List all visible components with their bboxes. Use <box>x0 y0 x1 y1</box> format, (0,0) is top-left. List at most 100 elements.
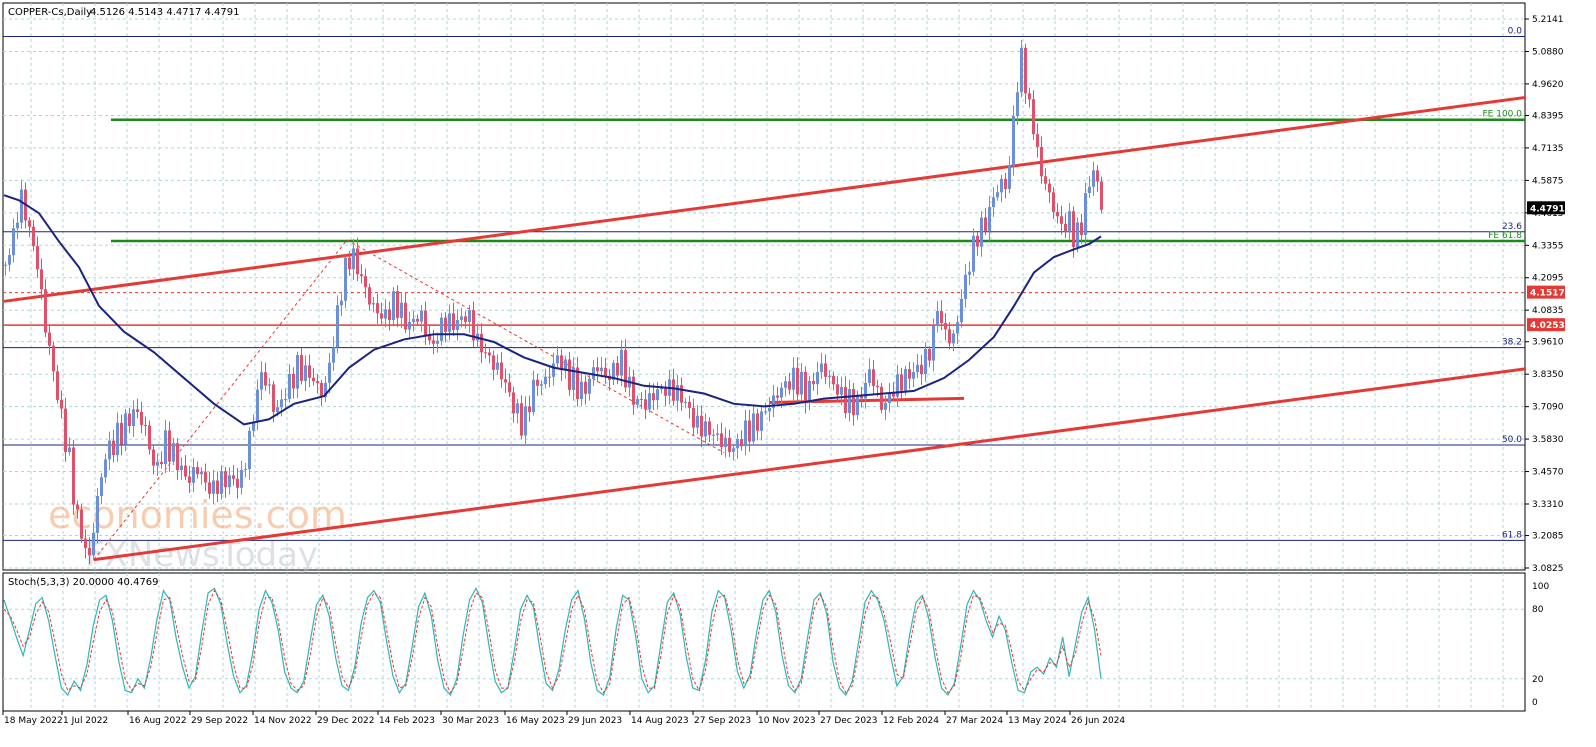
candle-body <box>276 407 279 412</box>
candle-body <box>424 310 427 336</box>
x-tick-label: 14 Feb 2023 <box>379 716 435 726</box>
chart-canvas[interactable]: economies.com FXNewsToday 0.0FE 100.023.… <box>0 0 1596 743</box>
candle-body <box>144 424 147 426</box>
candle-body <box>696 415 699 428</box>
candle-body <box>1036 134 1039 147</box>
candle-body <box>648 393 651 410</box>
candle-body <box>96 495 99 533</box>
candle-body <box>500 362 503 380</box>
candle-body <box>320 382 323 398</box>
candle-body <box>356 248 359 275</box>
candle-body <box>1032 99 1035 135</box>
candle-body <box>280 399 283 408</box>
candle-body <box>296 355 299 389</box>
candle-body <box>956 322 959 334</box>
candle-body <box>1060 216 1063 224</box>
candle-body <box>288 373 291 399</box>
candle-body <box>732 448 735 452</box>
candle-body <box>1048 183 1051 193</box>
candle-body <box>596 367 599 372</box>
candle-body <box>724 437 727 447</box>
candle-body <box>12 228 15 256</box>
candle-body <box>348 257 351 270</box>
candle-body <box>684 401 687 403</box>
candle-body <box>552 363 555 377</box>
candle-body <box>292 373 295 389</box>
candle-body <box>172 443 175 462</box>
x-tick-label: 16 Aug 2022 <box>129 716 187 726</box>
candle-body <box>828 375 831 377</box>
candle-body <box>548 376 551 378</box>
stoch-y-tick-label: 100 <box>1532 582 1549 592</box>
candle-body <box>396 291 399 318</box>
fib-level-label: FE 100.0 <box>1483 110 1523 120</box>
x-tick-label: 27 Sep 2023 <box>694 716 751 726</box>
candle-body <box>744 420 747 447</box>
candle-body <box>92 532 95 556</box>
candle-body <box>496 362 499 370</box>
candle-body <box>508 382 511 393</box>
candle-body <box>536 379 539 386</box>
candle-body <box>20 189 23 223</box>
candle-body <box>1012 116 1015 166</box>
candle-body <box>752 413 755 442</box>
candle-body <box>932 325 935 361</box>
candle-body <box>392 291 395 321</box>
candle-body <box>768 407 771 412</box>
candle-body <box>1028 93 1031 100</box>
candle-body <box>652 393 655 401</box>
candle-body <box>844 387 847 414</box>
candle-body <box>832 375 835 385</box>
candle-body <box>156 461 159 466</box>
candle-body <box>400 302 403 318</box>
candle-body <box>532 379 535 413</box>
candle-body <box>644 399 647 410</box>
x-tick-label: 10 Nov 2023 <box>758 716 816 726</box>
chart-window[interactable]: economies.com FXNewsToday 0.0 FE 100.0 23.… <box>0 0 1596 743</box>
candle-body <box>480 333 483 353</box>
candle-body <box>1024 47 1027 94</box>
candle-body <box>1008 165 1011 189</box>
candle-body <box>504 379 507 383</box>
candle-body <box>980 217 983 247</box>
candle-body <box>460 316 463 320</box>
candle-body <box>544 376 547 385</box>
candle-body <box>976 235 979 247</box>
candle-body <box>808 380 811 403</box>
candle-body <box>300 355 303 381</box>
fib-level-label: FE 61.8 <box>1488 231 1522 241</box>
candle-body <box>344 257 347 301</box>
candle-body <box>788 381 791 390</box>
candle-body <box>940 311 943 324</box>
stochastic-label: Stoch(5,3,3) 20.0000 40.4769 <box>8 577 159 588</box>
candle-body <box>924 349 927 375</box>
instrument-label: COPPER-Cs,Daily <box>8 7 92 18</box>
candle-body <box>964 274 967 299</box>
candle-body <box>968 271 971 275</box>
candle-body <box>184 465 187 477</box>
candle-body <box>688 401 691 408</box>
candle-body <box>856 394 859 416</box>
x-tick-label: 18 May 2022 <box>4 716 63 726</box>
candle-body <box>468 310 471 322</box>
x-tick-label: 29 Sep 2022 <box>191 716 248 726</box>
y-tick-label: 3.4570 <box>1532 468 1564 478</box>
candle-body <box>708 421 711 435</box>
candle-body <box>16 222 19 229</box>
candle-body <box>196 467 199 475</box>
stoch-y-tick-label: 0 <box>1532 698 1538 708</box>
candle-body <box>952 333 955 344</box>
candle-body <box>824 363 827 377</box>
candle-body <box>936 311 939 326</box>
candle-body <box>120 422 123 445</box>
candle-body <box>200 471 203 475</box>
candle-body <box>220 471 223 494</box>
candle-body <box>916 364 919 373</box>
candle-body <box>176 443 179 471</box>
x-tick-label: 29 Dec 2022 <box>317 716 375 726</box>
candle-body <box>1096 170 1099 182</box>
candle-body <box>316 381 319 383</box>
candle-body <box>1016 92 1019 117</box>
candle-body <box>132 409 135 427</box>
candle-body <box>616 362 619 376</box>
